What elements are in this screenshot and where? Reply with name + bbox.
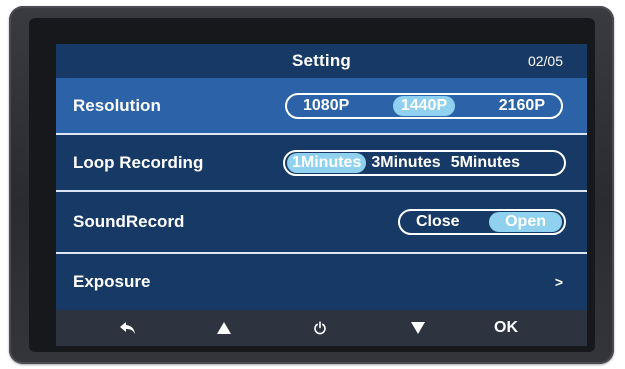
option-close[interactable]: Close: [408, 212, 468, 232]
page-title: Setting: [291, 51, 351, 70]
back-button[interactable]: [108, 310, 148, 346]
setting-row-exposure[interactable]: Exposure >: [56, 254, 587, 310]
settings-screen: Setting 02/05 Resolution 1080P 1440P 216…: [56, 44, 587, 346]
up-button[interactable]: [204, 310, 244, 346]
option-open[interactable]: Open: [489, 212, 562, 232]
button-toolbar: OK: [56, 310, 587, 346]
down-button[interactable]: [398, 310, 438, 346]
back-arrow-icon: [120, 322, 135, 334]
setting-label-resolution: Resolution: [73, 95, 161, 115]
option-1440p[interactable]: 1440P: [392, 95, 456, 116]
power-icon: [314, 321, 326, 335]
setting-label-exposure: Exposure: [73, 272, 151, 291]
setting-label-soundrecord: SoundRecord: [73, 212, 185, 231]
option-1minutes[interactable]: 1Minutes: [287, 152, 367, 173]
triangle-down-icon: [411, 322, 425, 334]
chevron-right-icon: >: [554, 274, 563, 290]
title-bar: Setting 02/05: [56, 44, 587, 78]
option-5minutes[interactable]: 5Minutes: [446, 153, 525, 173]
option-2160p[interactable]: 2160P: [491, 96, 553, 116]
setting-row-resolution[interactable]: Resolution 1080P 1440P 2160P: [56, 78, 587, 135]
option-1080p[interactable]: 1080P: [295, 96, 357, 116]
power-button[interactable]: [300, 310, 340, 346]
triangle-up-icon: [217, 322, 231, 334]
soundrecord-selector[interactable]: Close Open: [398, 209, 566, 235]
option-3minutes[interactable]: 3Minutes: [366, 153, 445, 173]
setting-row-loop-recording[interactable]: Loop Recording 1Minutes 3Minutes 5Minute…: [56, 135, 587, 192]
loop-recording-selector[interactable]: 1Minutes 3Minutes 5Minutes: [283, 149, 566, 176]
setting-row-soundrecord[interactable]: SoundRecord Close Open: [56, 192, 587, 254]
page-indicator: 02/05: [527, 53, 563, 69]
resolution-selector[interactable]: 1080P 1440P 2160P: [285, 92, 563, 119]
setting-label-loop-recording: Loop Recording: [73, 152, 204, 172]
ok-button[interactable]: OK: [486, 310, 526, 346]
